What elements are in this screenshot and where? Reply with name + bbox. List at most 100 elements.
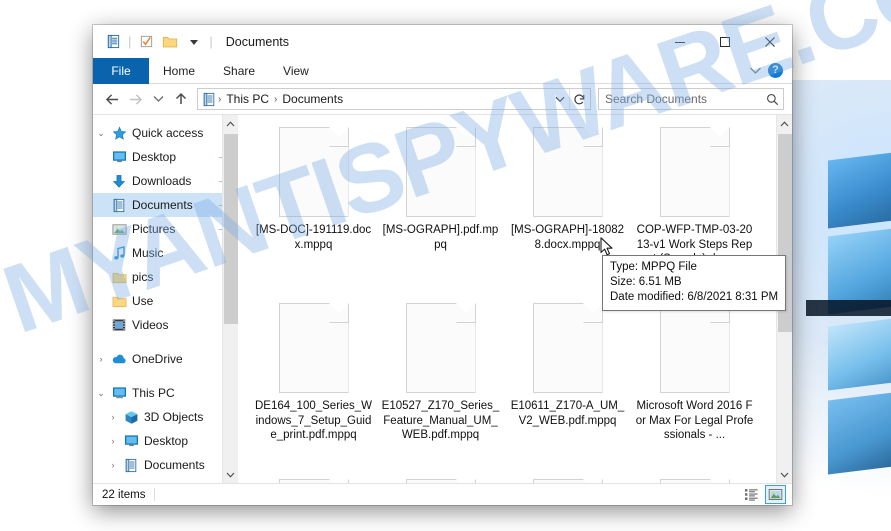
download-icon [109,174,129,189]
windows-logo-pane [828,151,891,229]
address-dropdown-icon[interactable] [550,89,569,109]
status-bar: 22 items [93,483,792,505]
folder-icon [109,271,129,284]
sidebar-item-label: Documents [132,198,193,212]
close-button[interactable] [747,25,792,58]
breadcrumb-this-pc[interactable]: This PC [223,92,272,106]
file-item[interactable]: [MS-OGRAPH].pdf.mppq [377,123,504,299]
chevron-right-icon[interactable]: › [105,412,121,422]
customize-qat-icon[interactable] [182,30,206,54]
documents-icon [121,458,141,473]
desktop-background: | | Documents File Home Share View ? › T… [0,0,891,531]
file-item[interactable] [250,475,377,483]
sidebar-group-this-pc[interactable]: ⌄ This PC [93,381,238,405]
nav-spacer-2 [93,371,238,381]
recent-locations-button[interactable] [147,88,169,110]
file-tooltip: Type: MPPQ File Size: 6.51 MB Date modif… [602,255,787,311]
file-item[interactable] [631,475,758,483]
file-item[interactable] [504,475,631,483]
chevron-down-icon[interactable]: ⌄ [93,128,109,139]
generic-file-icon [532,303,603,393]
sidebar-item-videos[interactable]: Videos [93,313,238,337]
breadcrumb-documents[interactable]: Documents [279,92,346,106]
file-name: [MS-OGRAPH].pdf.mppq [382,224,499,251]
chevron-down-icon[interactable]: ⌄ [93,388,109,399]
file-item[interactable]: E10611_Z170-A_UM_V2_WEB.pdf.mppq [504,299,631,475]
refresh-icon[interactable] [569,89,588,109]
generic-file-icon [405,127,476,217]
file-item[interactable] [377,475,504,483]
chevron-right-icon[interactable]: › [93,354,109,364]
window-title: Documents [225,34,290,49]
windows-logo-shadow [806,300,891,316]
sidebar-item-documents[interactable]: Documents 📌 [93,193,238,217]
up-button[interactable] [170,88,192,110]
back-button[interactable] [101,88,123,110]
help-icon[interactable]: ? [768,63,783,78]
documents-icon [109,198,129,213]
file-name: [MS-DOC]-191119.docx.mppq [255,224,372,251]
scroll-down-icon[interactable] [222,466,238,483]
sidebar-item-pics[interactable]: pics [93,265,238,289]
sidebar-item-documents-pc[interactable]: › Documents [93,453,238,477]
expand-ribbon-icon[interactable] [749,62,762,80]
maximize-button[interactable] [702,25,747,58]
sidebar-item-label: Documents [144,458,205,472]
tooltip-date: Date modified: 6/8/2021 8:31 PM [610,291,779,303]
nav-scroll-thumb[interactable] [223,134,238,324]
desktop-icon [121,434,141,448]
caption-buttons [657,25,792,58]
scroll-up-icon[interactable] [222,115,238,132]
nav-scroll-track[interactable] [223,132,239,466]
sidebar-item-use[interactable]: Use [93,289,238,313]
status-divider [154,488,156,501]
file-item[interactable]: [MS-DOC]-191119.docx.mppq [250,123,377,299]
file-list-pane[interactable]: [MS-DOC]-191119.docx.mppq [MS-OGRAPH].pd… [238,115,792,483]
large-icons-view-button[interactable] [765,485,786,504]
sidebar-item-downloads[interactable]: Downloads 📌 [93,169,238,193]
sidebar-item-label: Desktop [144,434,189,448]
file-item[interactable]: E10527_Z170_Series_Feature_Manual_UM_WEB… [377,299,504,475]
generic-file-icon [659,303,730,393]
minimize-button[interactable] [657,25,702,58]
qat-separator: | [128,34,132,49]
nav-pane-scrollbar[interactable] [222,115,238,483]
pictures-icon [109,223,129,236]
file-item[interactable]: DE164_100_Series_Windows_7_Setup_Guide_p… [250,299,377,475]
sidebar-group-label: This PC [132,386,175,400]
sidebar-group-quick-access[interactable]: ⌄ Quick access [93,121,238,145]
forward-button[interactable] [124,88,146,110]
tab-home[interactable]: Home [149,58,209,84]
address-bar-row: › This PC › Documents [93,84,792,114]
search-input[interactable] [605,92,766,106]
generic-file-icon [659,479,730,483]
sidebar-item-desktop[interactable]: Desktop 📌 [93,145,238,169]
file-item[interactable]: Microsoft Word 2016 For Max For Legal Pr… [631,299,758,475]
navigation-pane: ⌄ Quick access Desktop Downloads Documen… [93,115,238,483]
ribbon-tabs: File Home Share View ? [93,58,792,84]
tab-file[interactable]: File [93,58,149,84]
address-bar[interactable]: › This PC › Documents [197,88,591,110]
new-folder-icon[interactable] [134,30,158,54]
properties-icon[interactable] [101,30,125,54]
tab-share[interactable]: Share [209,58,269,84]
scroll-up-icon[interactable] [776,115,792,132]
file-name: [MS-OGRAPH]-180828.docx.mppq [510,224,625,251]
window-body: ⌄ Quick access Desktop Downloads Documen… [93,114,792,483]
chevron-right-icon[interactable]: › [105,436,121,446]
generic-file-icon [278,303,349,393]
chevron-right-icon[interactable]: › [105,460,121,470]
details-view-button[interactable] [741,485,762,504]
sidebar-item-music[interactable]: Music [93,241,238,265]
sidebar-item-pictures[interactable]: Pictures 📌 [93,217,238,241]
sidebar-item-desktop-pc[interactable]: › Desktop [93,429,238,453]
sidebar-item-label: Music [132,246,164,260]
search-icon[interactable] [766,93,779,106]
search-box[interactable] [598,88,784,110]
sidebar-group-onedrive[interactable]: › OneDrive [93,347,238,371]
tab-view[interactable]: View [269,58,323,84]
generic-file-icon [405,479,476,483]
sidebar-item-3d-objects[interactable]: › 3D Objects [93,405,238,429]
scroll-down-icon[interactable] [776,466,792,483]
folder-icon[interactable] [158,30,182,54]
